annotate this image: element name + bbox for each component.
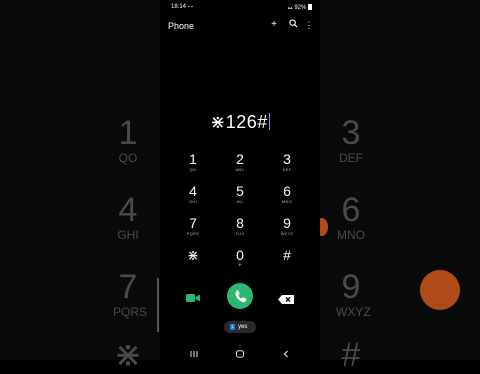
- ghost-key-right-4: #: [336, 338, 366, 372]
- ghost-digit: #: [341, 336, 361, 374]
- notification-icons: ▪ ▪: [188, 4, 193, 10]
- sim-slot-badge: 1: [230, 324, 235, 330]
- ghost-digit: 4: [118, 191, 138, 229]
- key-digit: 3: [283, 151, 291, 167]
- key-letters: MNO: [281, 199, 293, 204]
- ghost-letters: DEF: [339, 151, 363, 165]
- search-icon[interactable]: [287, 19, 299, 31]
- text-caret: [268, 113, 270, 130]
- key-6[interactable]: 6 MNO: [267, 184, 307, 214]
- back-icon[interactable]: [281, 345, 291, 358]
- key-digit: 6: [283, 183, 291, 199]
- key-digit: ⋇: [187, 247, 199, 263]
- ghost-orange-blob: [420, 270, 460, 310]
- ghost-digit: ⋇: [113, 336, 143, 374]
- key-letters: WXYZ: [280, 231, 294, 236]
- backspace-icon: [278, 295, 294, 304]
- key-letters: JKL: [236, 199, 244, 204]
- key-9[interactable]: 9 WXYZ: [267, 216, 307, 246]
- home-icon[interactable]: [235, 345, 245, 358]
- dialed-number: ⋇126#: [210, 112, 268, 132]
- key-hash[interactable]: #: [267, 248, 307, 278]
- key-letters: GHI: [188, 199, 197, 204]
- ghost-divider: [157, 278, 159, 332]
- call-button[interactable]: [227, 283, 253, 309]
- status-time: 18:14: [171, 4, 187, 10]
- ghost-key-right-2: 6 MNO: [336, 193, 366, 241]
- key-5[interactable]: 5 JKL: [220, 184, 260, 214]
- key-digit: 0: [236, 247, 244, 263]
- battery-level: 92%: [294, 5, 307, 11]
- status-bar: 18:14 ▪ ▪ ▴▴ 92%: [160, 0, 320, 14]
- key-letters: PQRS: [186, 231, 200, 236]
- ghost-letters: QO: [118, 151, 138, 165]
- ghost-letters: PQRS: [113, 305, 148, 319]
- video-call-button[interactable]: [186, 290, 200, 302]
- more-options-icon[interactable]: ⋮: [303, 19, 315, 31]
- add-icon[interactable]: +: [268, 19, 280, 31]
- dialed-number-field[interactable]: ⋇126#: [160, 112, 320, 133]
- ghost-letters: WXYZ: [336, 305, 371, 319]
- key-star[interactable]: ⋇: [173, 248, 213, 278]
- ghost-key-left-2: 4 GHI: [113, 193, 143, 241]
- navigation-bar: [160, 342, 320, 358]
- key-digit: 9: [283, 215, 291, 231]
- ghost-key-right-3: 9 WXYZ: [336, 268, 371, 319]
- key-digit: #: [283, 247, 291, 263]
- signal-icon: ▴▴: [287, 5, 293, 11]
- key-digit: 7: [189, 215, 197, 231]
- key-digit: 1: [189, 151, 197, 167]
- sim-selector-chip[interactable]: 1 yes: [224, 321, 256, 333]
- key-letters: QO: [189, 167, 197, 172]
- ghost-letters: MNO: [337, 228, 365, 242]
- key-letters: DEF: [282, 167, 292, 172]
- key-digit: 8: [236, 215, 244, 231]
- ghost-digit: 7: [118, 268, 138, 306]
- app-title: Phone: [168, 21, 195, 31]
- key-7[interactable]: 7 PQRS: [173, 216, 213, 246]
- key-0[interactable]: 0 +: [220, 248, 260, 278]
- key-4[interactable]: 4 GHI: [173, 184, 213, 214]
- ghost-key-left-3: 7 PQRS: [113, 268, 148, 319]
- battery-icon: [308, 4, 312, 10]
- ghost-digit: 9: [341, 268, 361, 306]
- key-digit: 4: [189, 183, 197, 199]
- sim-label: yes: [238, 324, 248, 330]
- ghost-key-right-1: 3 DEF: [336, 116, 366, 164]
- ghost-key-left-1: 1 QO: [113, 116, 143, 164]
- recents-icon[interactable]: [189, 345, 199, 357]
- key-letters: TUV: [235, 231, 245, 236]
- key-letters: ABC: [235, 167, 245, 172]
- key-2[interactable]: 2 ABC: [220, 152, 260, 182]
- ghost-key-left-4: ⋇: [113, 338, 143, 372]
- video-camera-icon: [186, 294, 200, 302]
- key-digit: 2: [236, 151, 244, 167]
- ghost-digit: 3: [341, 114, 361, 152]
- ghost-digit: 1: [118, 114, 138, 152]
- ghost-digit: 6: [341, 191, 361, 229]
- app-bar: Phone + ⋮: [160, 17, 320, 35]
- key-letters: +: [238, 263, 242, 269]
- ghost-letters: GHI: [117, 228, 139, 242]
- status-right: ▴▴ 92%: [288, 4, 312, 11]
- key-1[interactable]: 1 QO: [173, 152, 213, 182]
- key-digit: 5: [236, 183, 244, 199]
- backspace-button[interactable]: [278, 291, 294, 304]
- phone-screen: 18:14 ▪ ▪ ▴▴ 92% Phone + ⋮ ⋇126# 1 QO 2 …: [160, 0, 320, 360]
- key-8[interactable]: 8 TUV: [220, 216, 260, 246]
- phone-icon: [235, 290, 247, 303]
- key-3[interactable]: 3 DEF: [267, 152, 307, 182]
